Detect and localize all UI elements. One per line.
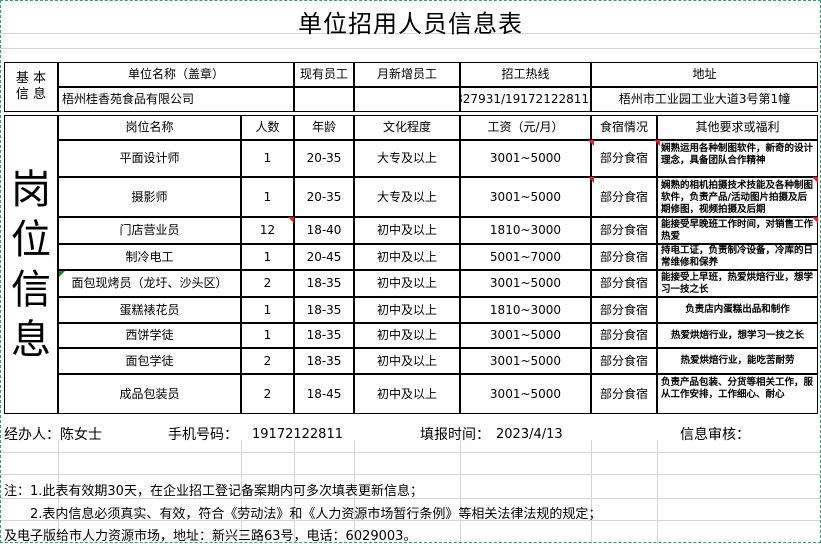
selection-border	[0, 0, 821, 543]
spreadsheet-sheet: 单位招用人员信息表 基 本 信 息 单位名称（盖章） 现有员工 月新增员工 招工…	[0, 0, 821, 544]
